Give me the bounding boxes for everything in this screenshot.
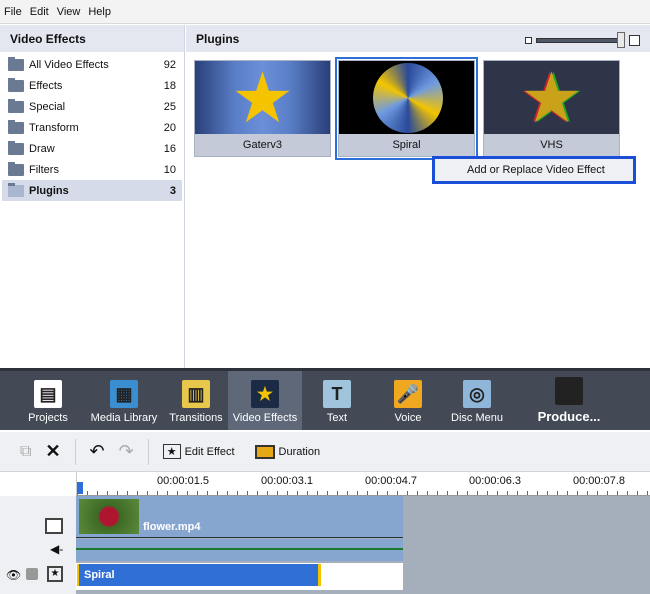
eye-icon[interactable]: 👁 [6,568,21,582]
timeline: flower.mp4 Spiral ◀- 👁 ★ [0,496,650,594]
folder-icon [8,161,24,176]
effects-panel: Plugins ★ Gaterv3 Spiral ★ VHS [186,25,650,368]
folder-icon [8,140,24,155]
category-special[interactable]: Special 25 [2,96,182,117]
folder-icon [8,56,24,71]
slider-track[interactable] [536,37,621,43]
category-effects[interactable]: Effects 18 [2,75,182,96]
slider-handle[interactable] [617,32,625,48]
star-icon: ★ [520,61,583,134]
menu-bar: File Edit View Help [0,0,650,24]
produce-icon: ▶ [555,377,583,405]
effect-vhs[interactable]: ★ VHS [483,60,620,157]
split-icon[interactable]: ⧉ [20,443,31,461]
folder-icon [8,98,24,113]
microphone-icon: 🎤 [394,380,422,408]
redo-icon[interactable]: ↷ [119,441,134,462]
spiral-icon [373,63,443,133]
main-tabs: ▤ Projects ▦ Media Library ▥ Transitions ★ Vide… [0,368,650,430]
small-size-icon[interactable] [525,36,532,44]
film-icon: ▦ [110,380,138,408]
ruler-label: 00:00:01.5 [157,475,209,487]
tab-projects[interactable]: ▤ Projects [12,371,84,430]
menu-file[interactable]: File [4,6,22,18]
tab-media-library[interactable]: ▦ Media Library [84,371,164,430]
category-filters[interactable]: Filters 10 [2,159,182,180]
panel-title: Video Effects [0,25,184,52]
mute-icon[interactable]: ◀- [50,542,63,556]
ruler-label: 00:00:07.8 [573,475,625,487]
ruler-label: 00:00:03.1 [261,475,313,487]
clip-thumbnail [79,499,139,534]
effect-track-icon: ★ [47,566,63,582]
effect-clip-spiral[interactable]: Spiral [77,564,321,586]
tab-text[interactable]: T Text [302,371,372,430]
menu-view[interactable]: View [57,6,81,18]
menu-edit[interactable]: Edit [30,6,49,18]
star-film-icon: ★ [162,444,181,459]
category-all-video-effects[interactable]: All Video Effects 92 [2,54,182,75]
timeline-ruler[interactable]: 00:00:01.5 00:00:03.1 00:00:04.7 00:00:06.3… [76,472,650,496]
tab-voice[interactable]: 🎤 Voice [372,371,444,430]
large-size-icon[interactable] [629,34,640,46]
category-transform[interactable]: Transform 20 [2,117,182,138]
text-icon: T [323,380,351,408]
effect-spiral[interactable]: Spiral [335,57,478,160]
video-track-icon [45,518,63,534]
lock-icon[interactable] [26,568,38,580]
tab-produce[interactable]: ▶ Produce... [510,371,628,430]
menu-help[interactable]: Help [88,6,111,18]
duration-button[interactable]: Duration [254,444,320,459]
categories-panel: Video Effects All Video Effects 92 Effects… [0,25,185,368]
audio-track[interactable] [76,539,403,561]
tab-transitions[interactable]: ▥ Transitions [164,371,228,430]
effect-gaterv3[interactable]: ★ Gaterv3 [194,60,331,157]
tab-disc-menu[interactable]: ◎ Disc Menu [444,371,510,430]
folder-icon [8,77,24,92]
category-plugins[interactable]: Plugins 3 [2,180,182,201]
star-icon: ★ [251,380,279,408]
clapboard-icon: ▤ [34,380,62,408]
folder-icon [8,182,24,197]
category-draw[interactable]: Draw 16 [2,138,182,159]
disc-icon: ◎ [463,380,491,408]
edit-toolbar: ⧉ ✕ ↶ ↷ ★ Edit Effect Duration [0,432,650,472]
ruler-label: 00:00:06.3 [469,475,521,487]
zoom-slider[interactable] [525,32,640,48]
ruler-label: 00:00:04.7 [365,475,417,487]
panel-title: Plugins [196,31,240,46]
delete-icon[interactable]: ✕ [45,441,60,462]
folder-icon [8,119,24,134]
undo-icon[interactable]: ↶ [90,441,105,462]
video-clip[interactable]: flower.mp4 [76,496,403,538]
context-menu-add-replace[interactable]: Add or Replace Video Effect [432,156,636,184]
duration-icon [254,444,275,459]
transitions-icon: ▥ [182,380,210,408]
star-icon: ★ [231,61,294,134]
edit-effect-button[interactable]: ★ Edit Effect [162,444,235,459]
tab-video-effects[interactable]: ★ Video Effects [228,371,302,430]
